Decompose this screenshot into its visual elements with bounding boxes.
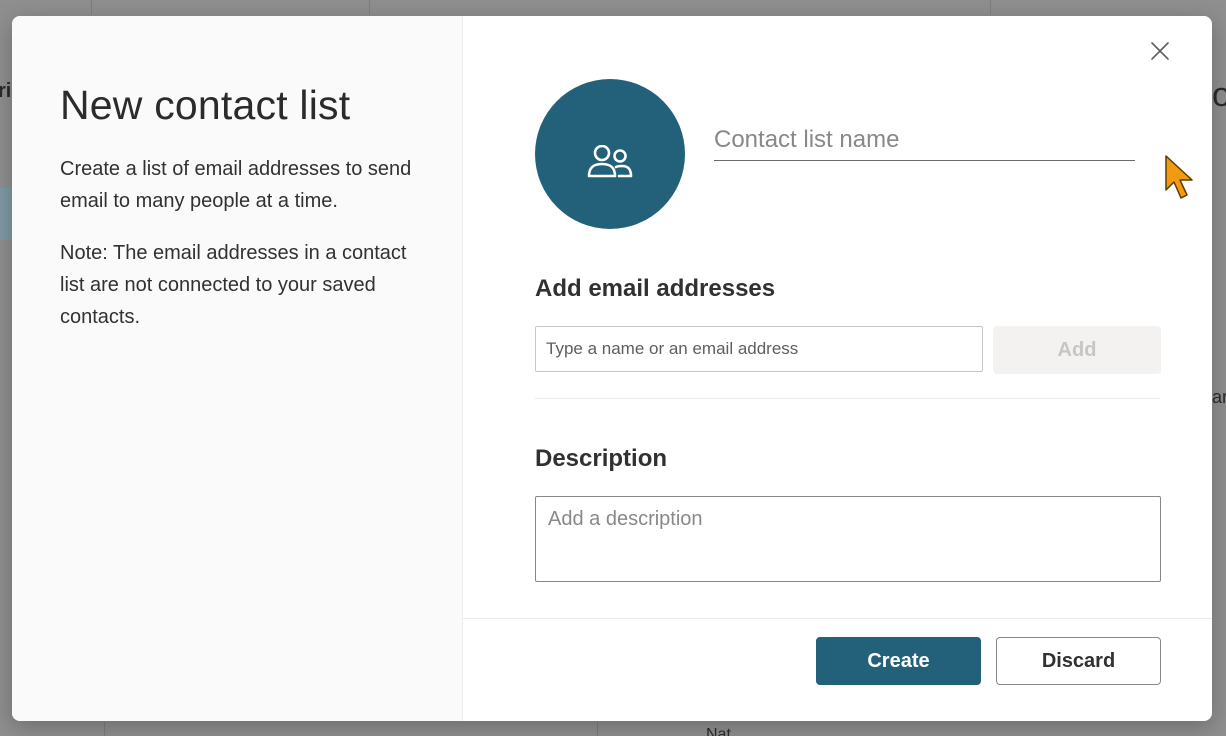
background-text-fragment: Nat (706, 726, 731, 736)
description-label: Description (535, 445, 668, 472)
dialog-title: New contact list (60, 82, 351, 128)
dialog-form-pane: Add email addresses Add Description Crea… (463, 16, 1212, 721)
dialog-intro-text: Create a list of email addresses to send… (60, 158, 412, 212)
section-divider (535, 398, 1160, 399)
description-textarea[interactable] (535, 496, 1161, 582)
discard-button[interactable]: Discard (996, 637, 1161, 685)
background-divider (369, 0, 370, 14)
mouse-cursor-icon (1165, 155, 1193, 199)
footer-divider (463, 618, 1212, 619)
background-divider (104, 722, 105, 736)
background-text-fragment: ri (0, 80, 12, 102)
add-button[interactable]: Add (993, 326, 1161, 374)
email-address-input[interactable] (535, 326, 983, 372)
people-icon (587, 145, 633, 178)
dialog-note-text: Note: The email addresses in a contact l… (60, 242, 407, 328)
contact-list-name-input[interactable] (714, 120, 1135, 161)
dialog-info-pane: New contact list Create a list of email … (12, 16, 463, 721)
add-email-addresses-label: Add email addresses (535, 275, 776, 302)
close-icon (1151, 42, 1169, 60)
background-text-fragment: o (1212, 76, 1226, 114)
contact-list-avatar[interactable] (535, 79, 685, 229)
close-button[interactable] (1147, 38, 1173, 64)
new-contact-list-dialog: New contact list Create a list of email … (12, 16, 1212, 721)
background-divider (91, 0, 92, 14)
background-selected-item (0, 188, 12, 240)
background-text-fragment: ar (1212, 387, 1226, 407)
background-divider (597, 722, 598, 736)
create-button[interactable]: Create (816, 637, 981, 685)
background-divider (990, 0, 991, 14)
